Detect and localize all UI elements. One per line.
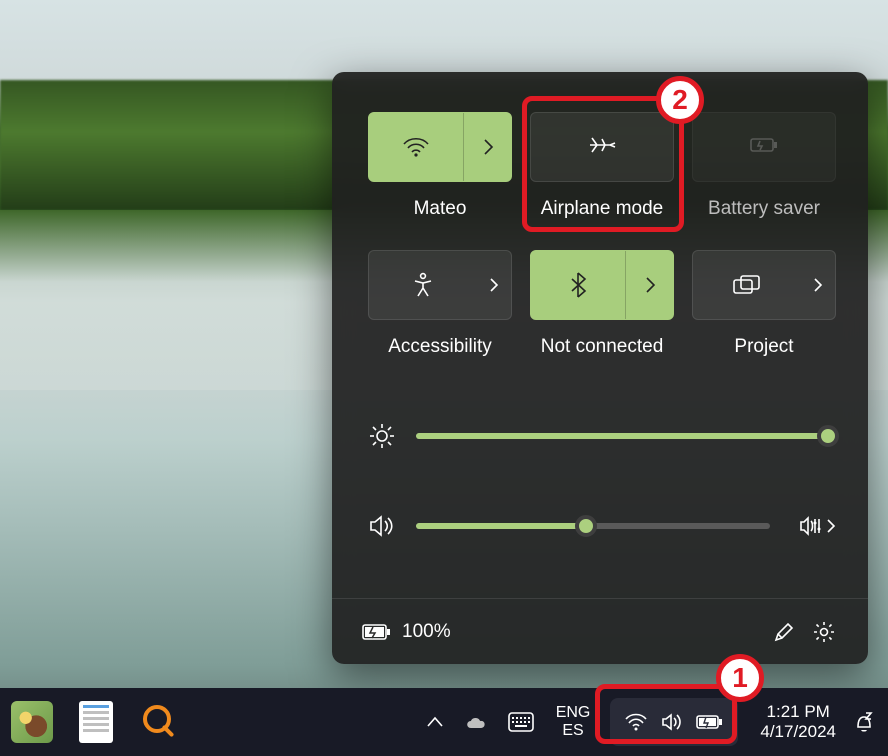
chevron-right-icon <box>813 277 823 293</box>
tile-bluetooth: Not connected <box>530 250 674 358</box>
project-icon <box>693 251 801 319</box>
project-label: Project <box>734 336 793 358</box>
chevron-right-icon <box>481 137 495 157</box>
app-thumbnail-icon <box>11 701 53 743</box>
accessibility-toggle[interactable] <box>368 250 512 320</box>
language-top: ENG <box>556 704 591 722</box>
pencil-icon <box>773 621 795 643</box>
battery-saver-icon <box>748 135 780 160</box>
tile-battery-saver: Battery saver <box>692 112 836 220</box>
annotation-badge-1: 1 <box>716 654 764 702</box>
battery-percent-text: 100% <box>402 621 451 643</box>
tray-input-indicator[interactable] <box>498 688 544 756</box>
wifi-label: Mateo <box>414 198 467 220</box>
clock-time: 1:21 PM <box>767 702 830 722</box>
annotation-box-2 <box>522 96 684 232</box>
chevron-right-icon <box>489 277 499 293</box>
tile-project: Project <box>692 250 836 358</box>
accessibility-label: Accessibility <box>388 336 491 358</box>
accessibility-icon <box>369 251 477 319</box>
tile-accessibility: Accessibility <box>368 250 512 358</box>
bell-snooze-icon <box>852 710 876 734</box>
keyboard-icon <box>508 712 534 732</box>
wifi-icon <box>369 113 463 181</box>
tray-onedrive[interactable] <box>454 688 498 756</box>
taskbar-pinned-apps <box>0 694 192 750</box>
tile-wifi: Mateo <box>368 112 512 220</box>
taskbar: ENG ES 1:21 PM 4/17/2024 <box>0 688 888 756</box>
clock-date: 4/17/2024 <box>760 722 836 742</box>
volume-slider-row <box>368 514 836 538</box>
settings-button[interactable] <box>804 612 844 652</box>
taskbar-search-button[interactable] <box>128 694 192 750</box>
bluetooth-label: Not connected <box>541 336 664 358</box>
volume-slider[interactable] <box>416 523 770 529</box>
chevron-up-icon <box>426 715 444 729</box>
battery-saver-toggle[interactable] <box>692 112 836 182</box>
project-toggle[interactable] <box>692 250 836 320</box>
annotation-badge-2: 2 <box>656 76 704 124</box>
taskbar-app-1[interactable] <box>0 694 64 750</box>
cloud-icon <box>464 714 488 730</box>
notifications-button[interactable] <box>846 688 888 756</box>
battery-icon <box>362 623 392 641</box>
gear-icon <box>812 620 836 644</box>
battery-status[interactable]: 100% <box>362 621 451 643</box>
brightness-slider[interactable] <box>416 433 836 439</box>
wifi-toggle[interactable] <box>368 112 512 182</box>
volume-output-button[interactable] <box>798 515 836 537</box>
sliders-section <box>368 422 836 538</box>
brightness-slider-row <box>368 422 836 450</box>
edit-quick-settings-button[interactable] <box>764 612 804 652</box>
wifi-expand-button[interactable] <box>463 113 511 181</box>
battery-saver-label: Battery saver <box>708 198 820 220</box>
brightness-icon <box>368 422 396 450</box>
chevron-right-icon <box>826 518 836 534</box>
bluetooth-toggle[interactable] <box>530 250 674 320</box>
taskbar-clock[interactable]: 1:21 PM 4/17/2024 <box>746 688 846 756</box>
bluetooth-expand-button[interactable] <box>625 251 673 319</box>
language-bottom: ES <box>562 722 583 740</box>
search-icon <box>143 705 177 739</box>
notepad-icon <box>79 701 113 743</box>
volume-mixer-icon <box>798 515 824 537</box>
project-expand-button[interactable] <box>801 251 835 319</box>
taskbar-app-notepad[interactable] <box>64 694 128 750</box>
volume-icon <box>368 514 396 538</box>
annotation-box-1 <box>595 684 737 744</box>
quick-settings-footer: 100% <box>332 598 868 664</box>
chevron-right-icon <box>643 275 657 295</box>
language-switcher[interactable]: ENG ES <box>544 688 603 756</box>
bluetooth-icon <box>531 251 625 319</box>
accessibility-expand-button[interactable] <box>477 251 511 319</box>
tray-overflow-button[interactable] <box>416 688 454 756</box>
